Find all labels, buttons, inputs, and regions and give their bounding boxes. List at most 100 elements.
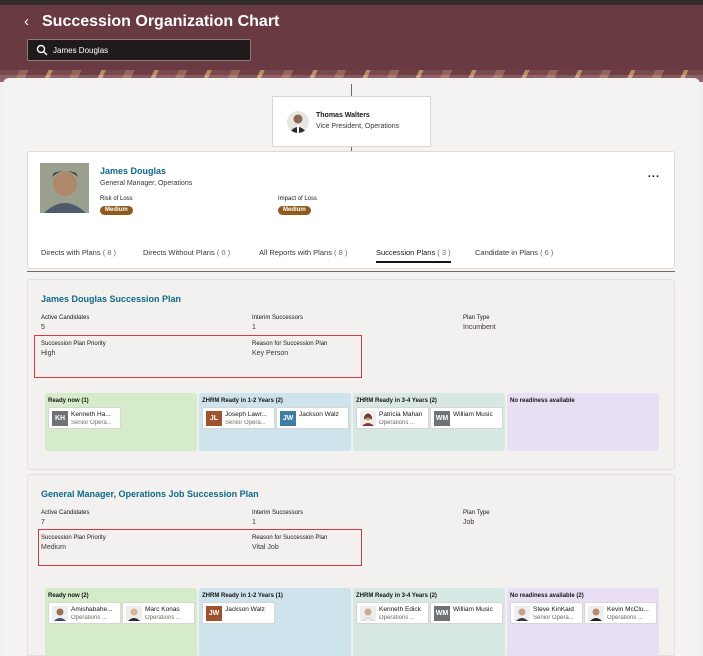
search-input[interactable] bbox=[53, 43, 243, 57]
page-title: Succession Organization Chart bbox=[42, 13, 280, 30]
avatar bbox=[52, 606, 68, 621]
avatar: WM bbox=[434, 606, 450, 621]
tab-count: ( 6 ) bbox=[540, 248, 554, 257]
avatar: JL bbox=[206, 411, 222, 426]
person-name[interactable]: James Douglas bbox=[100, 166, 166, 176]
tab-all-reports-with-plans[interactable]: All Reports with Plans ( 8 ) bbox=[259, 248, 347, 257]
plan-type-value: Incumbent bbox=[463, 324, 496, 331]
active-candidates-value: 7 bbox=[41, 519, 45, 526]
candidate-name: Marc Konas bbox=[145, 606, 180, 613]
manager-avatar bbox=[287, 111, 309, 133]
column-heading: No readiness available bbox=[510, 398, 575, 404]
risk-label: Risk of Loss bbox=[100, 196, 133, 202]
candidate-card[interactable]: WM William Music bbox=[430, 407, 503, 429]
tab-label: All Reports with Plans bbox=[259, 248, 332, 257]
avatar bbox=[514, 606, 530, 621]
manager-title: Vice President, Operations bbox=[316, 123, 400, 130]
candidate-name: William Music bbox=[453, 606, 493, 613]
avatar bbox=[126, 606, 142, 621]
candidate-role: Operations ... bbox=[607, 615, 644, 621]
connector-line bbox=[351, 84, 352, 96]
candidate-name: Patricia Mahan bbox=[379, 411, 423, 418]
candidate-role: Operations ... bbox=[379, 615, 416, 621]
candidate-card[interactable]: Kevin McClu... Operations ... bbox=[584, 602, 657, 624]
candidate-card[interactable]: WM William Music bbox=[430, 602, 503, 624]
candidate-name: Kenneth Edick bbox=[379, 606, 421, 613]
tab-candidate-in-plans[interactable]: Candidate in Plans ( 6 ) bbox=[475, 248, 553, 257]
candidate-name: Amishabahe... bbox=[71, 606, 113, 613]
column-heading: ZHRM Ready in 3-4 Years (2) bbox=[356, 593, 437, 599]
plan-title[interactable]: James Douglas Succession Plan bbox=[41, 294, 181, 304]
person-card: James Douglas General Manager, Operation… bbox=[27, 151, 675, 269]
readiness-column: ZHRM Ready in 3-4 Years (2) Patricia Mah… bbox=[353, 393, 505, 451]
candidate-card[interactable]: Kenneth Edick Operations ... bbox=[356, 602, 429, 624]
tab-count: ( 8 ) bbox=[334, 248, 348, 257]
readiness-column: No readiness available bbox=[507, 393, 659, 451]
risk-badge: Medium bbox=[100, 206, 133, 215]
plan-type-label: Plan Type bbox=[463, 315, 490, 321]
candidate-card[interactable]: Amishabahe... Operations ... bbox=[48, 602, 121, 624]
candidate-name: Jackson Walz bbox=[299, 411, 339, 418]
candidate-role: Senior Opera... bbox=[71, 420, 112, 426]
candidate-name: Jackson Walz bbox=[225, 606, 265, 613]
interim-successors-value: 1 bbox=[252, 519, 256, 526]
highlight-box bbox=[38, 529, 362, 566]
readiness-column: ZHRM Ready in 1-2 Years (2) JL Joseph La… bbox=[199, 393, 351, 451]
readiness-column: No readiness available (2) Steve KinKaid… bbox=[507, 588, 659, 656]
back-button[interactable]: ‹ bbox=[24, 14, 36, 30]
search-box[interactable] bbox=[27, 39, 251, 61]
plan-type-label: Plan Type bbox=[463, 510, 490, 516]
candidate-role: Operations ... bbox=[145, 615, 182, 621]
candidate-name: Joseph Lawr... bbox=[225, 411, 267, 418]
highlight-box bbox=[34, 335, 362, 378]
column-heading: No readiness available (2) bbox=[510, 593, 584, 599]
readiness-column: ZHRM Ready in 1-2 Years (1) JW Jackson W… bbox=[199, 588, 351, 656]
avatar: WM bbox=[434, 411, 450, 426]
impact-badge: Medium bbox=[278, 206, 311, 215]
tab-count: ( 0 ) bbox=[216, 248, 231, 257]
candidate-card[interactable]: Patricia Mahan Operations ... bbox=[356, 407, 429, 429]
search-icon bbox=[36, 44, 48, 56]
candidate-name: Kevin McClu... bbox=[607, 606, 649, 613]
manager-card[interactable]: Thomas Walters Vice President, Operation… bbox=[272, 96, 431, 147]
plan-type-value: Job bbox=[463, 519, 475, 526]
avatar bbox=[360, 411, 376, 426]
candidate-card[interactable]: Marc Konas Operations ... bbox=[122, 602, 195, 624]
candidate-role: Operations ... bbox=[71, 615, 108, 621]
column-heading: ZHRM Ready in 3-4 Years (2) bbox=[356, 398, 437, 404]
candidate-name: Steve KinKaid bbox=[533, 606, 574, 613]
active-candidates-value: 5 bbox=[41, 324, 45, 331]
column-heading: ZHRM Ready in 1-2 Years (1) bbox=[202, 593, 283, 599]
candidate-card[interactable]: Steve KinKaid Senior Opera... bbox=[510, 602, 583, 624]
tab-directs-with-plans[interactable]: Directs with Plans ( 8 ) bbox=[41, 248, 116, 257]
tab-label: Candidate in Plans bbox=[475, 248, 538, 257]
candidate-card[interactable]: KH Kenneth Ha... Senior Opera... bbox=[48, 407, 121, 429]
tab-succession-plans[interactable]: Succession Plans ( 3 ) bbox=[376, 248, 451, 263]
column-heading: ZHRM Ready in 1-2 Years (2) bbox=[202, 398, 283, 404]
readiness-column: ZHRM Ready in 3-4 Years (2) Kenneth Edic… bbox=[353, 588, 505, 656]
more-actions-button[interactable]: ... bbox=[648, 168, 660, 180]
candidate-card[interactable]: JW Jackson Walz bbox=[276, 407, 349, 429]
interim-successors-value: 1 bbox=[252, 324, 256, 331]
candidate-role: Senior Opera... bbox=[533, 615, 574, 621]
readiness-board: Ready now (1) KH Kenneth Ha... Senior Op… bbox=[45, 393, 660, 451]
manager-name: Thomas Walters bbox=[316, 112, 370, 119]
readiness-board: Ready now (2) Amishabahe... Operations .… bbox=[45, 588, 660, 656]
interim-successors-label: Interim Successors bbox=[252, 315, 304, 321]
candidate-card[interactable]: JW Jackson Walz bbox=[202, 602, 275, 624]
impact-label: Impact of Loss bbox=[278, 196, 318, 202]
tab-count: ( 8 ) bbox=[102, 248, 117, 257]
tab-label: Directs Without Plans bbox=[143, 248, 215, 257]
divider bbox=[27, 271, 675, 272]
readiness-column: Ready now (1) KH Kenneth Ha... Senior Op… bbox=[45, 393, 197, 451]
candidate-role: Senior Opera... bbox=[225, 420, 266, 426]
avatar: KH bbox=[52, 411, 68, 426]
candidate-card[interactable]: JL Joseph Lawr... Senior Opera... bbox=[202, 407, 275, 429]
tab-label: Succession Plans bbox=[376, 248, 436, 257]
tab-directs-without-plans[interactable]: Directs Without Plans ( 0 ) bbox=[143, 248, 230, 257]
avatar: JW bbox=[280, 411, 296, 426]
avatar bbox=[40, 163, 89, 213]
avatar: JW bbox=[206, 606, 222, 621]
plan-title[interactable]: General Manager, Operations Job Successi… bbox=[41, 489, 259, 499]
tab-label: Directs with Plans bbox=[41, 248, 101, 257]
